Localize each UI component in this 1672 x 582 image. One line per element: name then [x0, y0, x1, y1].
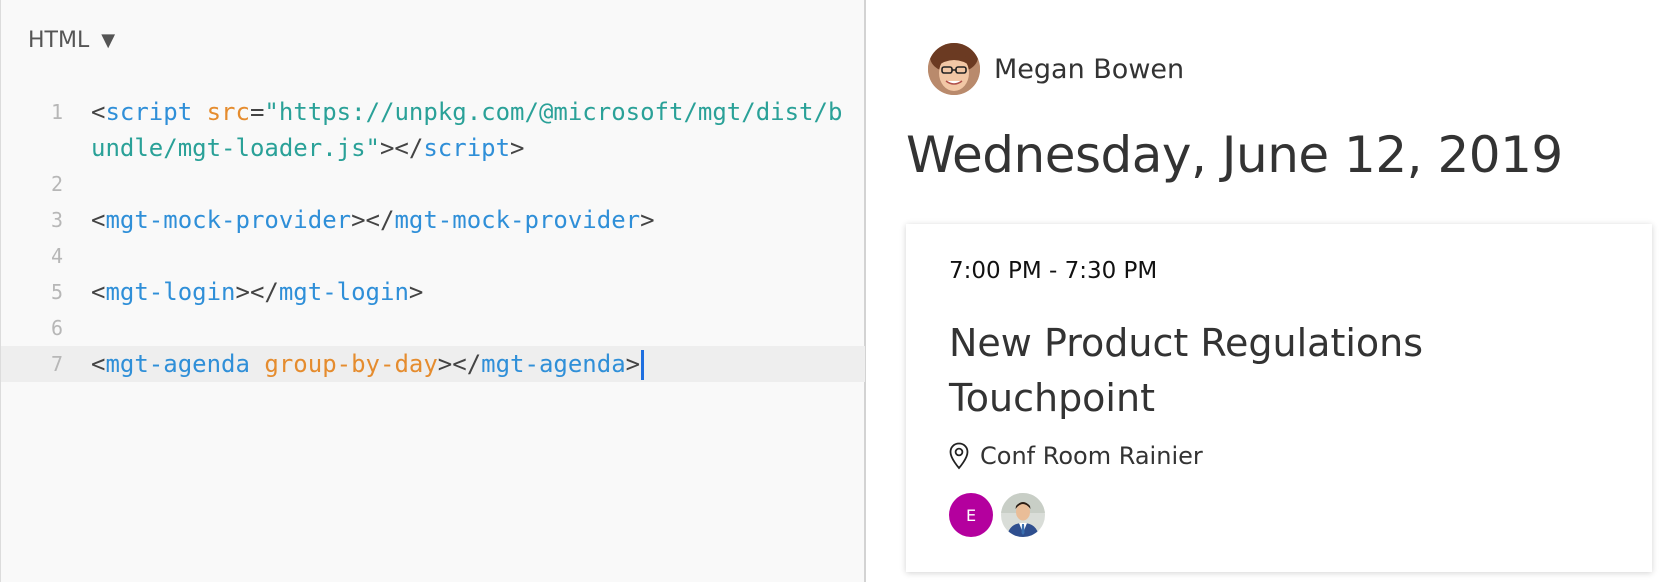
code-tag-name: mgt-login	[278, 278, 409, 306]
event-attendees: E	[949, 493, 1045, 537]
event-location: Conf Room Rainier	[949, 442, 1203, 470]
code-tag-name: mgt-agenda	[105, 350, 250, 378]
code-line-content: <mgt-login></mgt-login>	[91, 274, 865, 310]
line-number: 4	[50, 244, 63, 268]
code-tag-name: mgt-mock-provider	[394, 206, 641, 234]
code-attribute-name: group-by-day	[264, 350, 438, 378]
code-token: =	[249, 98, 265, 126]
event-title: New Product Regulations Touchpoint	[949, 321, 1424, 420]
agenda-event-card[interactable]: 7:00 PM - 7:30 PM New Product Regulation…	[906, 224, 1652, 572]
code-line-content: <script src="https://unpkg.com/@microsof…	[91, 94, 865, 166]
code-tag-name: script	[105, 98, 193, 126]
text-cursor	[641, 350, 645, 380]
code-tag-name: script	[423, 134, 511, 162]
map-pin-icon	[949, 442, 969, 470]
agenda-day-header: Wednesday, June 12, 2019	[906, 126, 1563, 184]
code-line-content: <mgt-mock-provider></mgt-mock-provider>	[91, 202, 865, 238]
user-photo-icon	[928, 43, 980, 95]
code-line-1[interactable]: 1 <script src="https://unpkg.com/@micros…	[1, 94, 865, 166]
code-line-content: <mgt-agenda group-by-day></mgt-agenda>	[91, 346, 865, 382]
language-label: HTML	[28, 28, 90, 53]
code-token: <	[91, 278, 106, 306]
code-tag-name: mgt-login	[105, 278, 236, 306]
code-token: <	[91, 206, 106, 234]
preview-pane: Megan Bowen Wednesday, June 12, 2019 7:0…	[868, 0, 1672, 582]
code-area[interactable]: 1 <script src="https://unpkg.com/@micros…	[1, 94, 865, 382]
code-token: ></	[351, 206, 395, 234]
line-number: 6	[50, 316, 63, 340]
attendee-avatar[interactable]: E	[949, 493, 993, 537]
line-number: 7	[50, 352, 63, 376]
code-token: <	[91, 350, 106, 378]
code-editor-pane: HTML ▼ 1 <script src="https://unpkg.com/…	[0, 0, 866, 582]
code-line-7[interactable]: 7 <mgt-agenda group-by-day></mgt-agenda>	[1, 346, 865, 382]
language-selector[interactable]: HTML ▼	[28, 28, 115, 53]
user-display-name: Megan Bowen	[994, 53, 1185, 85]
code-attribute-name: src	[206, 98, 250, 126]
code-line-6[interactable]: 6	[1, 310, 865, 346]
chevron-down-icon: ▼	[101, 30, 116, 51]
line-number: 2	[50, 172, 63, 196]
code-token: >	[625, 350, 641, 378]
code-line-content	[91, 166, 865, 202]
code-line-content	[91, 238, 865, 274]
code-line-2[interactable]: 2	[1, 166, 865, 202]
code-line-3[interactable]: 3 <mgt-mock-provider></mgt-mock-provider…	[1, 202, 865, 238]
code-tag-name: mgt-mock-provider	[105, 206, 352, 234]
line-number: 3	[50, 208, 63, 232]
code-token: ></	[379, 134, 424, 162]
code-token: ></	[235, 278, 279, 306]
login-button[interactable]: Megan Bowen	[928, 43, 1184, 95]
code-line-content	[91, 310, 865, 346]
location-text: Conf Room Rainier	[980, 442, 1203, 470]
person-photo-icon[interactable]	[1001, 493, 1045, 537]
code-line-5[interactable]: 5 <mgt-login></mgt-login>	[1, 274, 865, 310]
code-tag-name: mgt-agenda	[481, 350, 626, 378]
code-token: >	[408, 278, 424, 306]
event-time: 7:00 PM - 7:30 PM	[949, 258, 1158, 284]
code-token: ></	[437, 350, 482, 378]
line-number: 5	[50, 280, 63, 304]
code-token: <	[91, 98, 106, 126]
code-token: >	[510, 134, 525, 162]
code-line-4[interactable]: 4	[1, 238, 865, 274]
code-token: >	[640, 206, 655, 234]
line-number: 1	[50, 100, 63, 124]
